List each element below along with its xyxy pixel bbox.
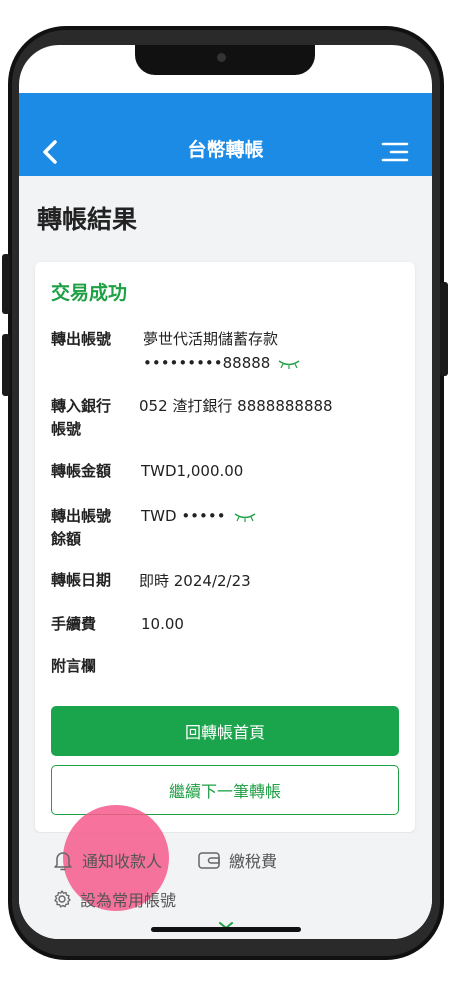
header-title: 台幣轉帳 — [187, 139, 264, 161]
page-title: 轉帳結果 — [37, 205, 138, 234]
row-label-from-account: 轉出帳號 — [51, 330, 112, 348]
notify-recipient-action[interactable]: 通知收款人 — [52, 848, 162, 872]
side-button-left-1 — [2, 254, 10, 314]
gear-icon — [54, 890, 71, 908]
row-value-fee: 10.00 — [141, 615, 184, 633]
masked-account: •••••••••88888 — [143, 354, 271, 372]
row-label-amount: 轉帳金額 — [51, 462, 112, 480]
set-common-account-action[interactable]: 設為常用帳號 — [52, 887, 176, 911]
side-button-left-2 — [2, 334, 10, 396]
masked-balance: TWD ••••• — [141, 507, 226, 525]
eye-icon[interactable] — [278, 359, 300, 369]
pay-tax-action[interactable]: 繳稅費 — [197, 848, 277, 872]
row-label-to-bank: 轉入銀行 — [51, 397, 112, 415]
row-label-fee: 手續費 — [51, 615, 97, 633]
row-value-from-account-number: •••••••••88888 — [143, 352, 300, 375]
row-label-balance: 轉出帳號 — [51, 507, 112, 525]
row-value-date: 即時 2024/2/23 — [139, 572, 251, 590]
row-label-to-bank-account: 帳號 — [51, 420, 82, 438]
row-value-to-bank: 052 渣打銀行 8888888888 — [139, 397, 333, 415]
row-label-note: 附言欄 — [51, 657, 97, 675]
menu-icon[interactable] — [381, 141, 409, 163]
row-label-balance-2: 餘額 — [51, 530, 82, 548]
screen: 台幣轉帳 轉帳結果 交易成功 轉出帳號 夢世代活期儲蓄存款 •••••••••8… — [19, 45, 432, 939]
notify-recipient-label: 通知收款人 — [82, 852, 163, 871]
row-value-amount: TWD1,000.00 — [141, 462, 244, 480]
back-to-transfer-home-button[interactable]: 回轉帳首頁 — [51, 706, 399, 756]
row-value-balance: TWD ••••• — [141, 505, 256, 528]
set-common-account-label: 設為常用帳號 — [80, 891, 177, 910]
bell-icon — [54, 852, 72, 871]
row-value-from-account-name: 夢世代活期儲蓄存款 — [143, 330, 279, 348]
status-text: 交易成功 — [51, 282, 128, 304]
notch — [135, 45, 315, 75]
eye-icon[interactable] — [234, 512, 256, 522]
row-label-date: 轉帳日期 — [51, 571, 112, 589]
result-card: 交易成功 轉出帳號 夢世代活期儲蓄存款 •••••••••88888 轉入銀行 … — [35, 262, 415, 832]
camera — [217, 53, 226, 62]
pay-tax-label: 繳稅費 — [229, 852, 278, 871]
home-indicator[interactable] — [151, 927, 301, 932]
app-header: 台幣轉帳 — [19, 93, 432, 176]
side-button-right — [440, 282, 448, 376]
wallet-icon — [198, 852, 220, 869]
